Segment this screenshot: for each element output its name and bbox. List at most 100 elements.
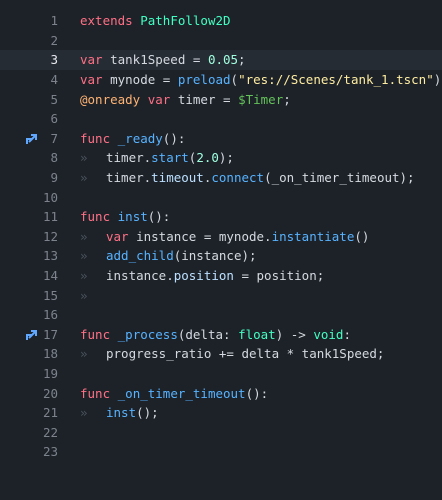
- code-token: start: [151, 150, 189, 166]
- code-token: 0.05: [207, 52, 239, 68]
- code-token: timeout: [151, 170, 204, 186]
- code-token: connect: [211, 170, 265, 186]
- line-number: 17: [42, 326, 58, 342]
- code-token: $Timer: [238, 91, 284, 107]
- code-token: position: [173, 268, 234, 284]
- code-token: instantiate: [271, 228, 355, 244]
- line-number: 14: [42, 268, 58, 284]
- code-line[interactable]: 1 extends PathFollow2D: [0, 11, 442, 31]
- code-token: preload: [177, 72, 231, 88]
- code-line[interactable]: 22: [0, 423, 442, 443]
- code-token: mynode =: [102, 72, 178, 88]
- line-number: 21: [42, 405, 58, 421]
- line-code: var mynode = preload("res://Scenes/tank_…: [80, 72, 442, 87]
- code-line[interactable]: 14 » instance.position = position;: [0, 266, 442, 286]
- code-line[interactable]: 17 func _process(delta: float) -> void:: [0, 325, 442, 345]
- line-code: func _on_timer_timeout():: [80, 386, 268, 401]
- line-number: 4: [50, 72, 58, 88]
- code-line[interactable]: 16: [0, 305, 442, 325]
- line-code: » add_child(instance);: [80, 248, 257, 263]
- code-token: :: [343, 326, 351, 342]
- code-token: func: [80, 385, 111, 401]
- line-number: 8: [50, 150, 58, 166]
- line-number: 2: [50, 32, 58, 48]
- tab-indent-marker: »: [80, 170, 88, 186]
- code-token: progress_ratio += delta * tank1Speed;: [106, 346, 385, 362]
- code-line[interactable]: 5 @onready var timer = $Timer;: [0, 89, 442, 109]
- line-code: » inst();: [80, 405, 159, 420]
- line-number: 7: [50, 130, 58, 146]
- code-token: (delta:: [177, 326, 239, 342]
- line-number: 13: [42, 248, 58, 264]
- code-token: float: [238, 326, 276, 342]
- code-editor[interactable]: 1 extends PathFollow2D 2 3 var tank1Speed = …: [0, 0, 442, 500]
- tab-indent-marker: »: [80, 405, 88, 421]
- line-code: » timer.start(2.0);: [80, 150, 234, 165]
- code-token: ;: [238, 52, 246, 68]
- line-number: 20: [42, 385, 58, 401]
- line-number: 10: [42, 189, 58, 205]
- code-line[interactable]: 19: [0, 364, 442, 384]
- line-number: 22: [42, 424, 58, 440]
- code-token: timer.: [106, 150, 152, 166]
- code-token: = position;: [233, 268, 325, 284]
- code-token: instance.: [106, 268, 174, 284]
- code-token: var: [80, 72, 103, 88]
- code-token: instance = mynode.: [128, 228, 272, 244]
- code-token: var: [106, 228, 129, 244]
- code-token: _process: [117, 326, 178, 342]
- code-token: PathFollow2D: [140, 13, 231, 29]
- code-line[interactable]: 2: [0, 31, 442, 51]
- code-token: inst: [106, 405, 137, 421]
- code-line[interactable]: 23: [0, 442, 442, 462]
- code-token: );: [218, 150, 234, 166]
- line-number: 19: [42, 366, 58, 382]
- code-line[interactable]: 9» timer.timeout.connect(_on_timer_timeou…: [0, 168, 442, 188]
- method-override-icon[interactable]: [24, 328, 38, 342]
- code-line[interactable]: 4 var mynode = preload("res://Scenes/tank…: [0, 70, 442, 90]
- code-line[interactable]: 6: [0, 109, 442, 129]
- code-token: ():: [245, 385, 269, 401]
- code-line[interactable]: 10: [0, 187, 442, 207]
- code-token: (instance);: [173, 248, 257, 264]
- code-token: func: [80, 209, 111, 225]
- code-line[interactable]: 8 » timer.start(2.0);: [0, 148, 442, 168]
- line-number: 1: [50, 13, 58, 29]
- line-number: 6: [50, 111, 58, 127]
- code-token: (: [230, 72, 239, 88]
- line-number: 18: [42, 346, 58, 362]
- code-line[interactable]: 11 func inst():: [0, 207, 442, 227]
- code-line[interactable]: 3 var tank1Speed = 0.05;: [0, 50, 442, 70]
- code-token: func: [80, 326, 111, 342]
- line-code: func _process(delta: float) -> void:: [80, 327, 351, 342]
- line-code: » timer.timeout.connect(_on_timer_timeout…: [80, 170, 415, 185]
- line-number: 12: [42, 228, 58, 244]
- line-number: 5: [50, 91, 58, 107]
- line-code: func inst():: [80, 209, 170, 224]
- code-line[interactable]: 15 »: [0, 285, 442, 305]
- code-token: (): [354, 228, 370, 244]
- code-line[interactable]: 20 func _on_timer_timeout():: [0, 383, 442, 403]
- line-number: 23: [42, 444, 58, 460]
- code-token: extends: [80, 13, 133, 29]
- tab-indent-marker: »: [80, 268, 88, 284]
- code-line[interactable]: 21 » inst();: [0, 403, 442, 423]
- code-line[interactable]: 12 » var instance = mynode.instantiate(): [0, 227, 442, 247]
- code-token: ;: [283, 91, 291, 107]
- tab-indent-marker: »: [80, 287, 88, 303]
- code-line[interactable]: 7 func _ready():: [0, 129, 442, 149]
- line-code: » instance.position = position;: [80, 268, 324, 283]
- method-override-icon[interactable]: [24, 132, 38, 146]
- code-line[interactable]: 18 » progress_ratio += delta * tank1Speed;: [0, 344, 442, 364]
- code-token: var: [147, 91, 171, 107]
- line-code: » var instance = mynode.instantiate(): [80, 229, 369, 244]
- code-token: add_child: [106, 248, 174, 264]
- line-code: » progress_ratio += delta * tank1Speed;: [80, 346, 384, 361]
- line-code: »: [80, 288, 106, 303]
- code-line[interactable]: 13 » add_child(instance);: [0, 246, 442, 266]
